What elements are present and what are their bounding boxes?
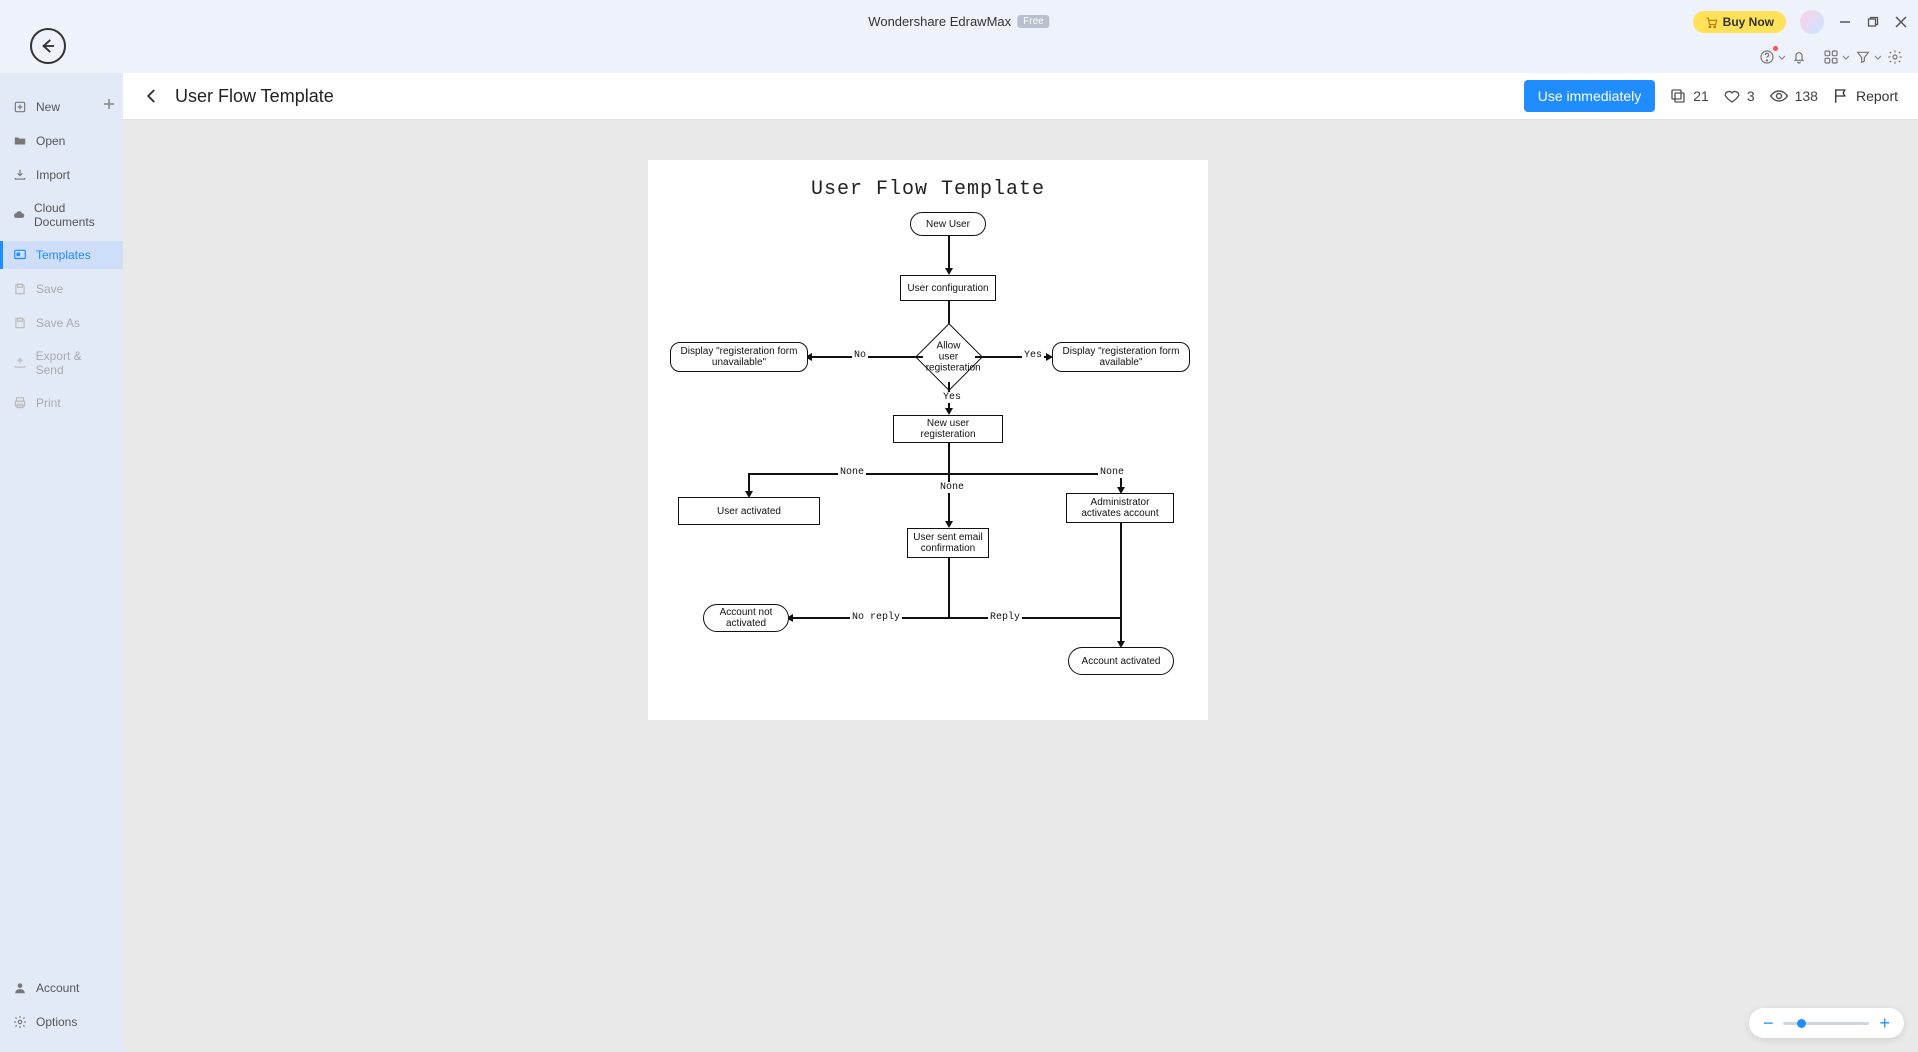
node-not-activated[interactable]: Account not activated: [703, 604, 789, 632]
view-count-value: 138: [1795, 88, 1818, 104]
buy-now-label: Buy Now: [1723, 15, 1774, 29]
sidebar: New Open Import Cloud Documents T: [0, 73, 123, 1052]
free-badge: Free: [1017, 15, 1050, 28]
sidebar-item-cloud[interactable]: Cloud Documents: [0, 195, 123, 235]
sidebar-item-new[interactable]: New: [0, 93, 123, 121]
account-icon: [12, 980, 28, 996]
sidebar-label: Save: [36, 282, 63, 296]
help-icon[interactable]: [1758, 48, 1776, 66]
saveas-icon: [12, 315, 28, 331]
sidebar-label: Import: [36, 168, 70, 182]
label-none-r: None: [1098, 467, 1126, 478]
notification-dot-icon: [1773, 46, 1778, 51]
node-email-conf[interactable]: User sent email confirmation: [907, 528, 989, 558]
node-allow-reg[interactable]: Allow user registeration: [915, 323, 983, 391]
templates-icon: [12, 247, 28, 263]
sidebar-label: Options: [36, 1015, 77, 1029]
sidebar-item-saveas[interactable]: Save As: [0, 309, 123, 337]
node-display-avail[interactable]: Display "registeration form available": [1052, 342, 1190, 372]
label-no: No: [852, 350, 868, 361]
zoom-thumb[interactable]: [1797, 1019, 1806, 1028]
sidebar-label: Account: [36, 981, 79, 995]
header-back-button[interactable]: [143, 87, 161, 105]
sidebar-item-print[interactable]: Print: [0, 389, 123, 417]
folder-icon: [12, 133, 28, 149]
like-count-value: 3: [1747, 88, 1755, 104]
label-reply: Reply: [988, 612, 1022, 623]
node-user-activated[interactable]: User activated: [678, 497, 820, 525]
filter-icon[interactable]: [1854, 48, 1872, 66]
bell-icon[interactable]: [1790, 48, 1808, 66]
export-icon: [12, 355, 28, 371]
node-admin-activates[interactable]: Administrator activates account: [1066, 493, 1174, 523]
zoom-out-button[interactable]: −: [1763, 1014, 1774, 1032]
node-activated[interactable]: Account activated: [1068, 647, 1174, 675]
sidebar-label: Export & Send: [36, 349, 111, 377]
use-immediately-button[interactable]: Use immediately: [1524, 80, 1655, 112]
like-count[interactable]: 3: [1723, 87, 1755, 105]
label-none-l: None: [838, 467, 866, 478]
close-button[interactable]: [1894, 15, 1908, 29]
print-icon: [12, 395, 28, 411]
page-title: User Flow Template: [175, 86, 334, 107]
label-yes: Yes: [1022, 350, 1044, 361]
sidebar-item-import[interactable]: Import: [0, 161, 123, 189]
sidebar-item-open[interactable]: Open: [0, 127, 123, 155]
copy-count[interactable]: 21: [1669, 87, 1709, 105]
zoom-slider[interactable]: [1783, 1022, 1869, 1025]
copy-count-value: 21: [1693, 88, 1709, 104]
cloud-icon: [12, 207, 26, 223]
add-icon[interactable]: [103, 98, 115, 110]
diagram-title: User Flow Template: [648, 178, 1208, 201]
report-label: Report: [1856, 88, 1898, 104]
sidebar-item-templates[interactable]: Templates: [0, 241, 123, 269]
node-new-reg[interactable]: New user registeration: [893, 415, 1003, 443]
canvas[interactable]: User Flow Template New User User configu…: [123, 120, 1918, 1052]
zoom-in-button[interactable]: +: [1879, 1014, 1890, 1032]
new-icon: [12, 99, 28, 115]
sidebar-label: Templates: [36, 248, 91, 262]
sidebar-item-account[interactable]: Account: [0, 974, 123, 1002]
app-title: Wondershare EdrawMax: [868, 14, 1011, 29]
view-count: 138: [1769, 86, 1818, 106]
zoom-control: − +: [1749, 1008, 1904, 1038]
import-icon: [12, 167, 28, 183]
gear-icon: [12, 1014, 28, 1030]
node-display-unavail[interactable]: Display "registeration form unavailable": [670, 342, 808, 372]
settings-icon[interactable]: [1886, 48, 1904, 66]
minimize-button[interactable]: [1838, 15, 1852, 29]
sidebar-label: Save As: [36, 316, 80, 330]
sidebar-item-save[interactable]: Save: [0, 275, 123, 303]
sidebar-label: Cloud Documents: [34, 201, 111, 229]
label-noreply: No reply: [850, 612, 902, 623]
label-none-c: None: [938, 482, 966, 493]
label-yes2: Yes: [941, 392, 963, 403]
back-button[interactable]: [30, 28, 66, 64]
report-button[interactable]: Report: [1832, 87, 1898, 105]
diagram[interactable]: User Flow Template New User User configu…: [648, 160, 1208, 720]
sidebar-item-options[interactable]: Options: [0, 1008, 123, 1036]
shortcuts-icon[interactable]: [1822, 48, 1840, 66]
node-new-user[interactable]: New User: [910, 212, 986, 236]
buy-now-button[interactable]: Buy Now: [1693, 11, 1786, 33]
sidebar-label: New: [36, 100, 60, 114]
use-label: Use immediately: [1538, 88, 1641, 104]
sidebar-label: Open: [36, 134, 65, 148]
sidebar-label: Print: [36, 396, 61, 410]
avatar[interactable]: [1800, 10, 1824, 34]
sidebar-item-export[interactable]: Export & Send: [0, 343, 123, 383]
node-user-config[interactable]: User configuration: [900, 275, 996, 301]
maximize-button[interactable]: [1866, 15, 1880, 29]
save-icon: [12, 281, 28, 297]
